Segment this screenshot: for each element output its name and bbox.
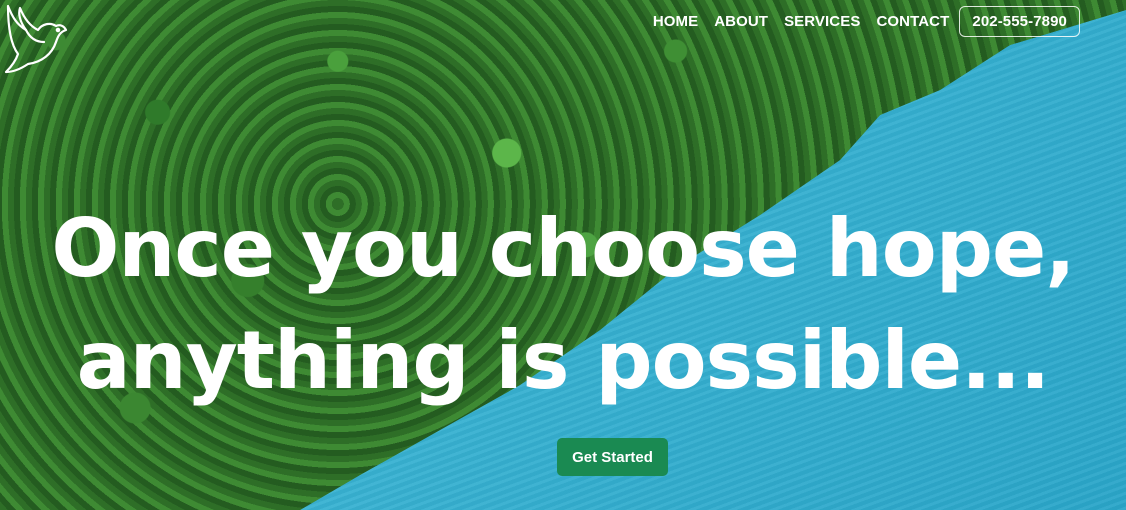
hero-headline-line-1: Once you choose hope, xyxy=(51,202,1075,295)
nav-services-link[interactable]: SERVICES xyxy=(784,13,860,30)
hero-section: HOME ABOUT SERVICES CONTACT 202-555-7890… xyxy=(0,0,1126,510)
get-started-button[interactable]: Get Started xyxy=(557,438,668,476)
nav-home-link[interactable]: HOME xyxy=(653,13,698,30)
dove-icon[interactable] xyxy=(2,2,72,74)
nav-contact-link[interactable]: CONTACT xyxy=(876,13,949,30)
nav-about-link[interactable]: ABOUT xyxy=(714,13,768,30)
hero-headline-line-2: anything is possible... xyxy=(76,314,1051,407)
main-navigation: HOME ABOUT SERVICES CONTACT 202-555-7890 xyxy=(653,5,1080,37)
phone-button[interactable]: 202-555-7890 xyxy=(959,5,1080,37)
hero-headline: Once you choose hope, anything is possib… xyxy=(0,193,1126,417)
